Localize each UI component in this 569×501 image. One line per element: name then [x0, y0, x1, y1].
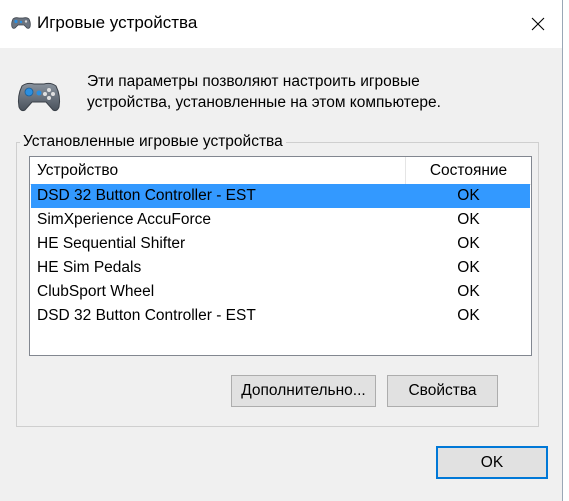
- device-state: OK: [457, 259, 480, 276]
- device-state: OK: [457, 187, 480, 204]
- device-name: DSD 32 Button Controller - EST: [37, 187, 256, 204]
- game-controllers-dialog: Игровые устройства Эти параметры позволя…: [0, 0, 563, 501]
- list-item[interactable]: SimXperience AccuForce OK: [31, 208, 530, 232]
- close-button[interactable]: [516, 8, 560, 40]
- device-name: HE Sequential Shifter: [37, 235, 186, 252]
- list-item[interactable]: HE Sequential Shifter OK: [31, 232, 530, 256]
- device-name: HE Sim Pedals: [37, 259, 142, 276]
- device-state: OK: [457, 307, 480, 324]
- list-item[interactable]: DSD 32 Button Controller - EST OK: [31, 184, 530, 208]
- list-item[interactable]: DSD 32 Button Controller - EST OK: [31, 304, 530, 328]
- list-item[interactable]: HE Sim Pedals OK: [31, 256, 530, 280]
- device-name: DSD 32 Button Controller - EST: [37, 307, 256, 324]
- device-state: OK: [457, 235, 480, 252]
- ok-button[interactable]: OK: [436, 446, 548, 479]
- device-name: SimXperience AccuForce: [37, 211, 212, 228]
- device-name: ClubSport Wheel: [37, 283, 155, 300]
- gamepad-icon: [11, 17, 31, 29]
- description-line-1: Эти параметры позволяют настроить игровы…: [87, 73, 420, 90]
- properties-button[interactable]: Свойства: [387, 375, 498, 407]
- gamepad-icon: [17, 82, 61, 112]
- title-bar[interactable]: Игровые устройства: [0, 0, 562, 48]
- window-title: Игровые устройства: [37, 13, 198, 32]
- advanced-button[interactable]: Дополнительно...: [231, 375, 376, 407]
- close-icon: [531, 17, 545, 31]
- description-line-2: устройства, установленные на этом компью…: [87, 94, 441, 111]
- description-text: Эти параметры позволяют настроить игровы…: [87, 71, 507, 113]
- column-header-device[interactable]: Устройство: [37, 162, 118, 180]
- list-item[interactable]: ClubSport Wheel OK: [31, 280, 530, 304]
- group-label: Установленные игровые устройства: [20, 133, 286, 151]
- device-list[interactable]: Устройство Состояние DSD 32 Button Contr…: [29, 156, 532, 356]
- device-state: OK: [457, 211, 480, 228]
- list-header: Устройство Состояние: [30, 157, 531, 185]
- column-header-state[interactable]: Состояние: [406, 162, 531, 180]
- device-state: OK: [457, 283, 480, 300]
